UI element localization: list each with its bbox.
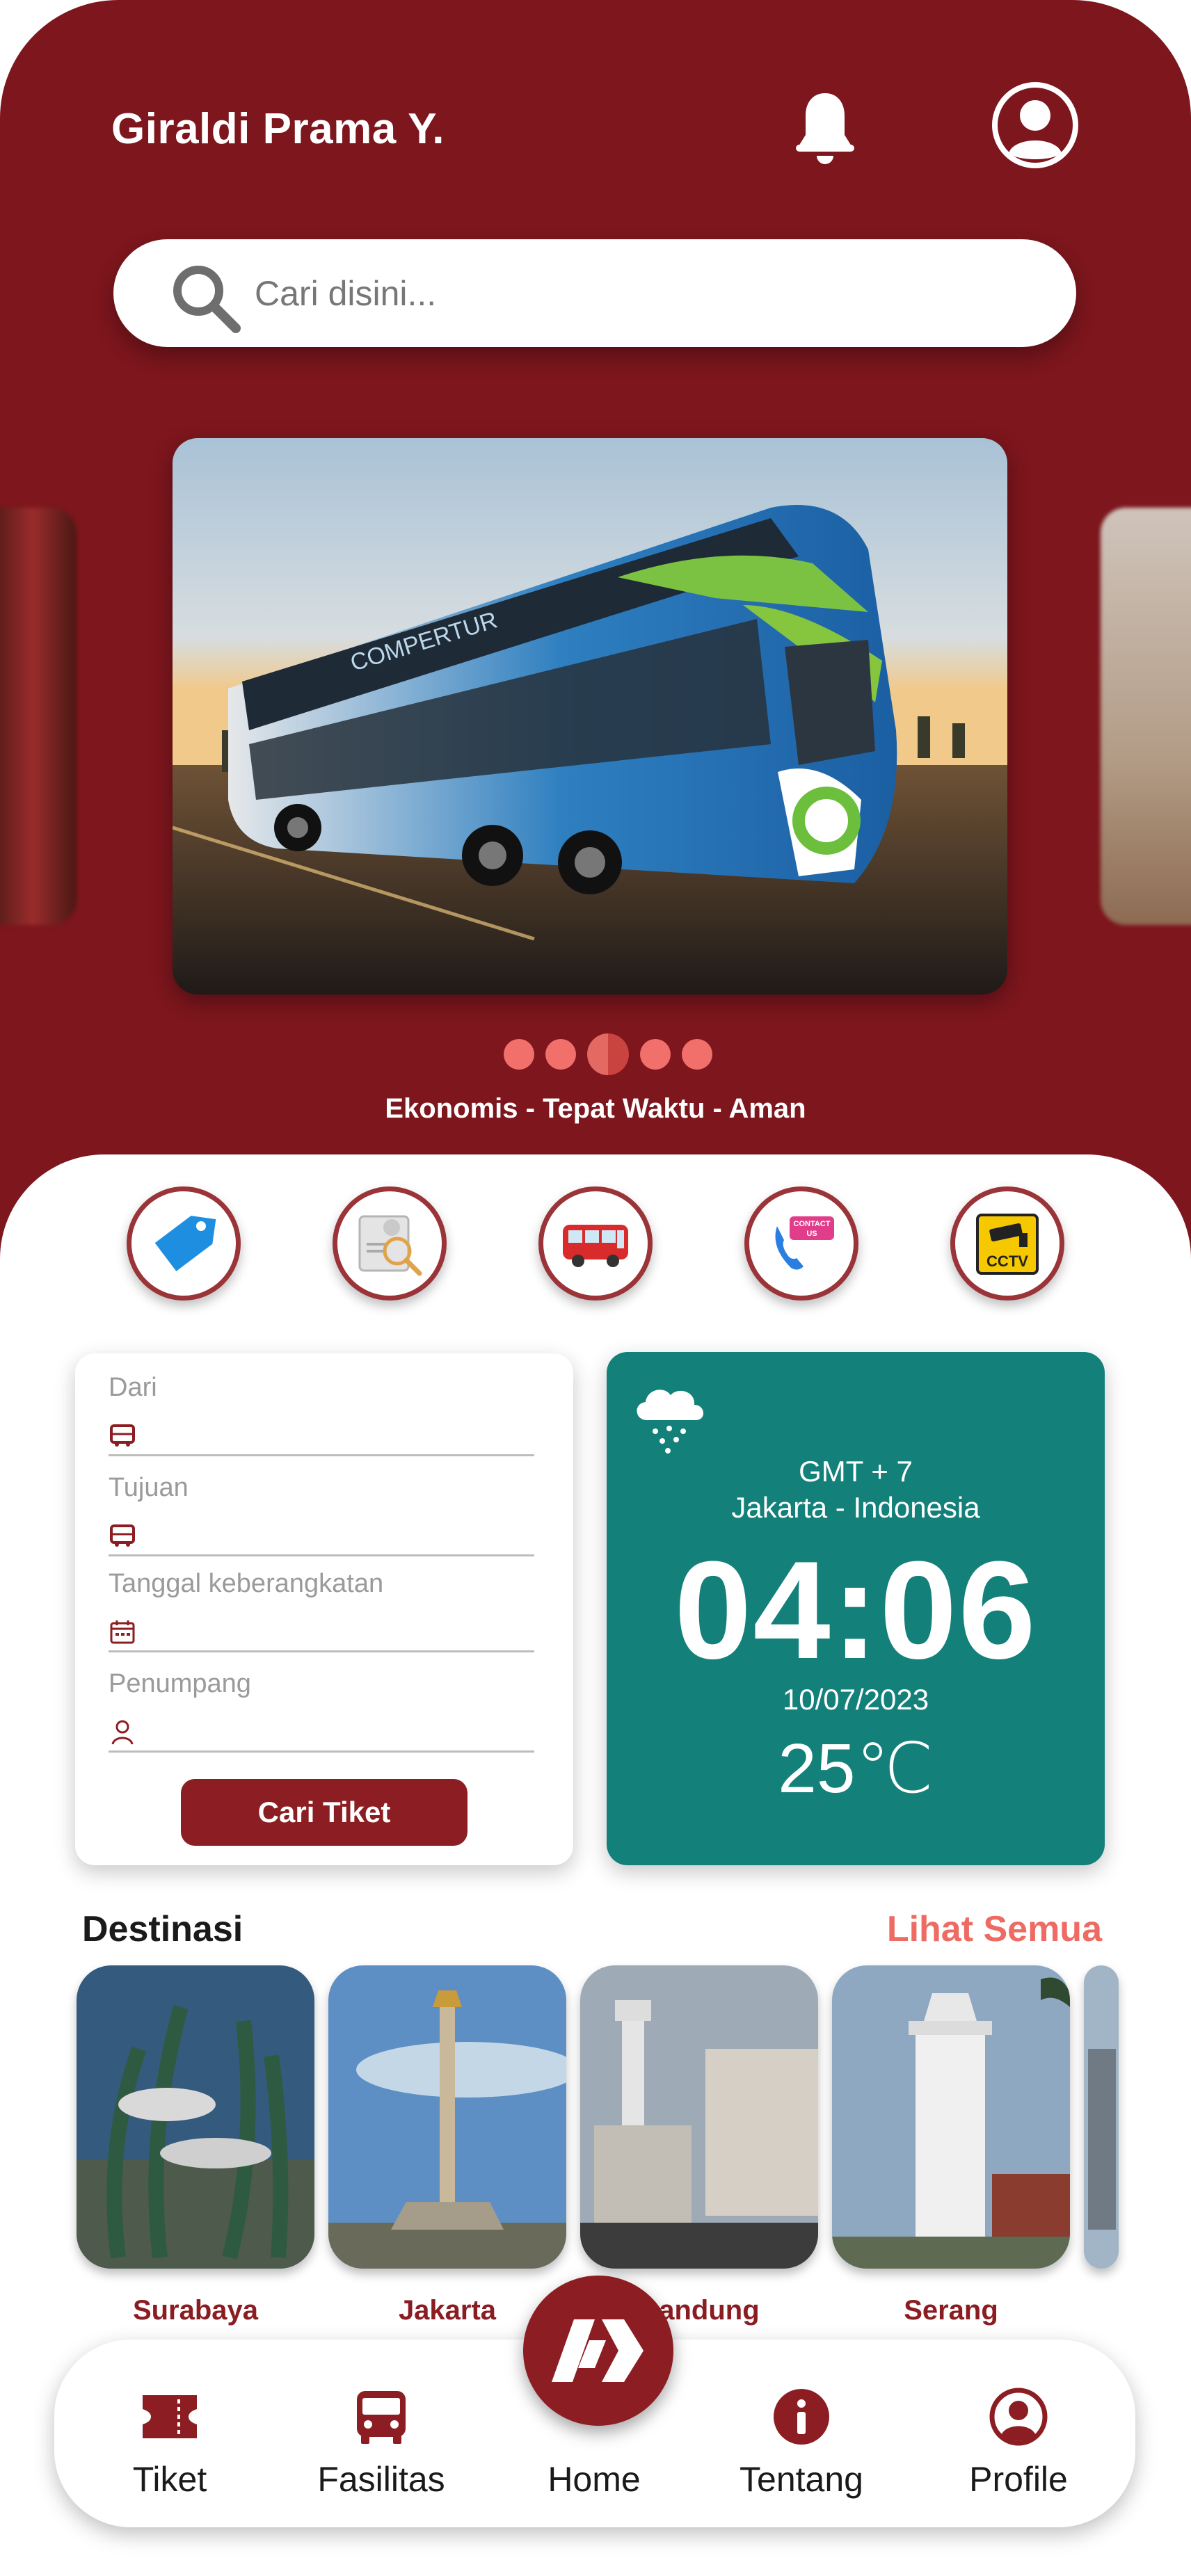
search-icon [173,266,241,333]
weather-clock-card: GMT + 7 Jakarta - Indonesia 04:06 10/07/… [607,1352,1105,1865]
current-date: 10/07/2023 [782,1683,929,1716]
destination-card-surabaya[interactable] [77,1965,314,2269]
user-avatar-icon[interactable] [991,81,1080,170]
bell-icon[interactable] [792,89,858,170]
nav-label: Tentang [740,2460,863,2499]
nav-profile[interactable]: Profile [928,2385,1109,2518]
bus-icon [563,1225,628,1267]
cctv-icon: CCTV [976,1214,1039,1275]
bus-info-button[interactable] [538,1186,653,1301]
bus-icon [357,2391,406,2444]
contact-us-button[interactable]: CONTACT US [744,1186,858,1301]
carousel-dot-active[interactable] [587,1033,629,1075]
price-tag-icon [154,1216,216,1271]
carousel-dot[interactable] [504,1039,534,1070]
calendar-icon [110,1620,135,1644]
passenger-label: Penumpang [109,1669,251,1698]
search-ticket-button[interactable]: Cari Tiket [181,1779,467,1846]
carousel-dot[interactable] [640,1039,671,1070]
home-logo-icon [552,2319,644,2382]
profile-icon [989,2388,1048,2446]
destination-label: Tujuan [109,1473,189,1502]
origin-field[interactable]: Dari [109,1373,534,1456]
cctv-button[interactable]: CCTV [950,1186,1064,1301]
carousel-dot[interactable] [682,1039,712,1070]
timezone-label: GMT + 7 [799,1455,913,1488]
check-ticket-button[interactable] [333,1186,447,1301]
bus-icon [110,1524,135,1547]
nav-label: Fasilitas [317,2460,445,2499]
document-search-icon [358,1215,422,1276]
contact-us-icon: CONTACT US [775,1216,834,1270]
snow-cloud-icon [637,1390,704,1454]
nav-label: Home [547,2460,641,2499]
carousel-next-slide[interactable] [1101,508,1191,925]
nav-tentang[interactable]: Tentang [711,2385,892,2518]
ticket-icon [143,2395,197,2438]
destination-field[interactable]: Tujuan [109,1473,534,1556]
bus-icon [110,1424,135,1447]
nav-label: Profile [969,2460,1068,2499]
destination-card-serang[interactable] [832,1965,1070,2269]
app-screen: Giraldi Prama Y. Cari disini... COMPERTU… [0,0,1191,2576]
departure-date-field[interactable]: Tanggal keberangkatan [109,1569,534,1652]
destination-label: Serang [904,2295,998,2326]
search-bar[interactable] [113,239,1076,347]
search-input[interactable] [255,266,1020,321]
departure-date-label: Tanggal keberangkatan [109,1569,384,1598]
see-all-link[interactable]: Lihat Semua [887,1908,1102,1950]
carousel-prev-slide[interactable] [0,508,77,925]
hero-bus-image[interactable]: COMPERTUR [173,438,1007,995]
origin-label: Dari [109,1373,157,1402]
passenger-field[interactable]: Penumpang [109,1669,534,1753]
user-name: Giraldi Prama Y. [111,105,445,153]
destination-label: Surabaya [132,2295,259,2326]
destination-card-bandung[interactable] [580,1965,818,2269]
destination-card-jakarta[interactable] [328,1965,566,2269]
nav-tiket[interactable]: Tiket [79,2385,260,2518]
carousel-dot[interactable] [545,1039,576,1070]
person-icon [111,1720,134,1745]
svg-text:CONTACT: CONTACT [794,1220,831,1228]
booking-form: Dari Tujuan Tanggal keberangkatan Penump… [75,1353,573,1865]
temperature: 25℃ [778,1730,934,1808]
nav-label: Tiket [132,2460,207,2499]
home-button[interactable] [523,2276,673,2426]
nav-fasilitas[interactable]: Fasilitas [291,2385,472,2518]
svg-text:CCTV: CCTV [986,1253,1028,1270]
destinations-title: Destinasi [82,1909,243,1949]
promo-button[interactable] [127,1186,241,1301]
carousel-indicator[interactable] [504,1033,712,1075]
tagline: Ekonomis - Tepat Waktu - Aman [385,1093,806,1124]
svg-text:US: US [806,1230,817,1238]
clock-time: 04:06 [674,1533,1037,1688]
destination-card-partial[interactable] [1084,1965,1119,2269]
info-icon [774,2389,829,2445]
location-label: Jakarta - Indonesia [731,1491,980,1524]
